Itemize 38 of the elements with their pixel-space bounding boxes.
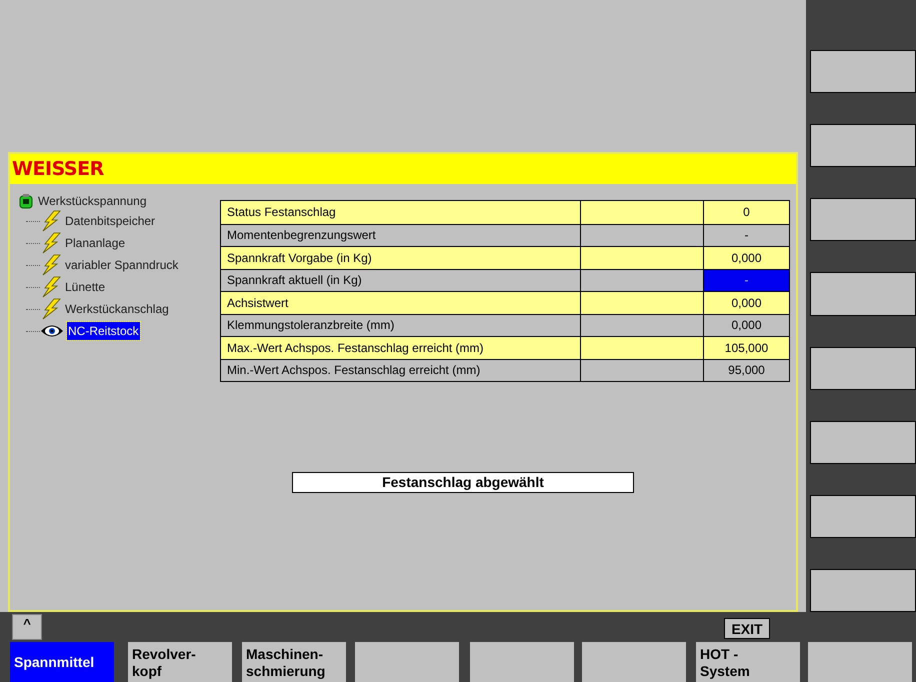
exit-button[interactable]: EXIT xyxy=(724,618,770,639)
value-cell[interactable]: 0,000 xyxy=(704,247,789,268)
table-cell: Status Festanschlag xyxy=(221,201,581,224)
lightning-icon xyxy=(40,298,62,320)
value-cell[interactable]: 0 xyxy=(704,201,789,224)
status-message: Festanschlag abgewählt xyxy=(292,472,634,493)
recall-button[interactable]: ^ xyxy=(12,614,42,640)
tree-item[interactable]: NC-Reitstock xyxy=(67,322,140,340)
lightning-icon xyxy=(40,276,62,298)
tree-item[interactable]: Datenbitspeicher xyxy=(65,212,156,230)
softkey[interactable] xyxy=(810,272,916,316)
tree-item[interactable]: Werkstückspannung xyxy=(38,192,147,210)
value-cell[interactable]: 0,000 xyxy=(704,292,789,314)
lightning-icon xyxy=(40,232,62,254)
value-cell[interactable]: 105,000 xyxy=(704,337,789,358)
softkey[interactable] xyxy=(810,50,916,94)
softkey[interactable]: Revolver- kopf xyxy=(128,642,232,682)
table-cell: Spannkraft Vorgabe (in Kg) xyxy=(221,247,581,268)
softkey[interactable]: Maschinen- schmierung xyxy=(242,642,346,682)
softkey[interactable]: Spannmittel xyxy=(10,642,114,682)
tree-item[interactable]: Lünette xyxy=(65,278,106,296)
clamp-icon xyxy=(18,193,34,209)
softkey[interactable] xyxy=(810,494,916,538)
tree-item[interactable]: Plananlage xyxy=(65,234,126,252)
table-cell: Achsistwert xyxy=(221,292,581,314)
table-cell: Max.-Wert Achspos. Festanschlag erreicht (mm) xyxy=(221,337,581,358)
softkey[interactable] xyxy=(810,198,916,242)
softkey[interactable] xyxy=(810,346,916,390)
softkey[interactable] xyxy=(810,124,916,168)
lightning-icon xyxy=(40,210,62,232)
softkey[interactable] xyxy=(810,420,916,464)
softkey[interactable] xyxy=(810,568,916,612)
lightning-icon xyxy=(40,254,62,276)
softkey[interactable]: HOT - System xyxy=(696,642,800,682)
brand-title: WEISSER xyxy=(12,156,104,182)
tree-item[interactable]: Werkstückanschlag xyxy=(65,300,169,318)
value-cell[interactable]: - xyxy=(704,270,789,291)
tree-item[interactable]: variabler Spanndruck xyxy=(65,256,178,274)
